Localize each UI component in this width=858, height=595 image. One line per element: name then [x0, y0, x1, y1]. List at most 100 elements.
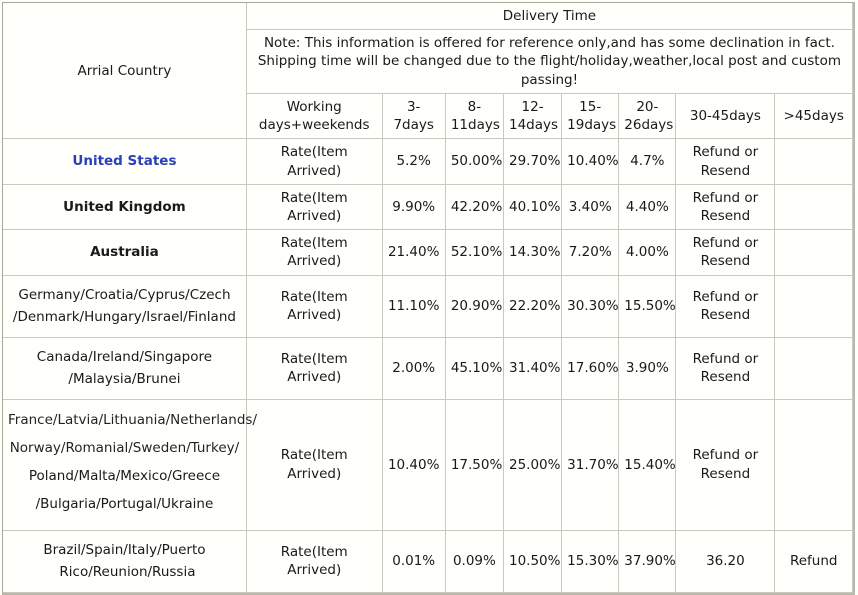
rate-label-cell: Rate(Item Arrived) [246, 275, 383, 338]
column-header-20-26days-line1: 20- [636, 98, 659, 115]
value-8-11days: 20.90% [445, 275, 504, 338]
country-line: Poland/Malta/Mexico/Greece [28, 468, 221, 485]
country-cell: Brazil/Spain/Italy/Puerto Rico/Reunion/R… [3, 530, 247, 593]
value-20-26days: 15.40% [619, 399, 677, 531]
value-12-14days: 14.30% [503, 230, 563, 276]
column-header-12-14days-line1: 12- [521, 98, 544, 115]
table-body: Arrial Country Delivery Time Note: This … [3, 3, 853, 593]
table-row: Canada/Ireland/Singapore /Malaysia/Brune… [3, 337, 853, 400]
value-over-45days [775, 337, 853, 400]
country-line: /Denmark/Hungary/Israel/Finland [12, 309, 236, 326]
column-header-20-26days-line2: 26days [624, 117, 674, 134]
table-row: France/Latvia/Lithuania/Netherlands/ Nor… [3, 399, 853, 531]
rate-label-cell: Rate(Item Arrived) [246, 139, 383, 185]
value-20-26days: 37.90% [619, 530, 677, 593]
column-header-12-14days-line2: 14days [508, 117, 559, 134]
column-header-3-7days-label: 3-7days [393, 98, 434, 134]
value-over-45days [775, 230, 853, 276]
value-20-26days: 4.00% [619, 230, 677, 276]
value-3-7days: 9.90% [382, 184, 446, 231]
delivery-time-table: Arrial Country Delivery Time Note: This … [2, 2, 855, 595]
rate-label-cell: Rate(Item Arrived) [246, 184, 383, 231]
arrival-country-header: Arrial Country [3, 3, 247, 140]
value-15-19days: 30.30% [562, 275, 620, 338]
country-line: Norway/Romanial/Sweden/Turkey/ [9, 439, 240, 456]
delivery-time-header-label: Delivery Time [502, 8, 597, 24]
value-30-45days: Refund or Resend [676, 230, 776, 276]
value-8-11days: 17.50% [445, 399, 504, 531]
value-30-45days: Refund or Resend [676, 399, 776, 531]
value-15-19days: 3.40% [562, 184, 620, 231]
value-3-7days: 21.40% [382, 230, 446, 276]
value-12-14days: 29.70% [503, 139, 563, 185]
rate-label-cell: Rate(Item Arrived) [246, 530, 383, 593]
value-over-45days [775, 275, 853, 338]
value-8-11days: 52.10% [445, 230, 504, 276]
table-row: Brazil/Spain/Italy/Puerto Rico/Reunion/R… [3, 530, 853, 593]
country-line: Rico/Reunion/Russia [59, 564, 196, 581]
shipping-time-table-page: Arrial Country Delivery Time Note: This … [0, 0, 858, 595]
value-20-26days: 3.90% [619, 337, 677, 400]
note-cell: Note: This information is offered for re… [246, 30, 853, 94]
value-3-7days: 10.40% [382, 399, 446, 531]
value-3-7days: 11.10% [382, 275, 446, 338]
country-line: France/Latvia/Lithuania/Netherlands/ [8, 411, 258, 428]
value-30-45days: Refund or Resend [676, 139, 776, 185]
value-12-14days: 31.40% [503, 337, 563, 400]
country-cell: France/Latvia/Lithuania/Netherlands/ Nor… [3, 399, 258, 531]
value-3-7days: 5.2% [382, 139, 446, 185]
column-header-20-26days: 20- 26days [619, 93, 677, 140]
column-header-working-days-line2: days+weekends [258, 117, 370, 134]
value-3-7days: 0.01% [382, 530, 446, 593]
table-row: United Kingdom Rate(Item Arrived) 9.90% … [3, 184, 853, 231]
column-header-30-45days-label: 30-45days [689, 107, 761, 124]
country-line: Canada/Ireland/Singapore [36, 348, 213, 365]
country-cell: United Kingdom [3, 184, 247, 231]
column-header-over-45days: >45days [775, 93, 853, 140]
column-header-8-11days-line2: 11days [450, 117, 500, 134]
value-8-11days: 45.10% [445, 337, 504, 400]
table-row: United States Rate(Item Arrived) 5.2% 50… [3, 139, 853, 185]
country-link-united-states[interactable]: United States [72, 153, 176, 169]
rate-label-cell: Rate(Item Arrived) [246, 399, 383, 531]
value-8-11days: 50.00% [445, 139, 504, 185]
value-over-45days [775, 184, 853, 231]
country-line: Germany/Croatia/Cyprus/Czech [18, 286, 231, 303]
rate-label-cell: Rate(Item Arrived) [246, 230, 383, 276]
value-8-11days: 0.09% [445, 530, 504, 593]
column-header-15-19days-line1: 15- [579, 98, 602, 115]
value-over-45days [775, 139, 853, 185]
value-12-14days: 40.10% [503, 184, 563, 231]
country-line: /Bulgaria/Portugal/Ukraine [35, 496, 214, 513]
country-cell: Australia [3, 230, 247, 276]
table-row: Germany/Croatia/Cyprus/Czech /Denmark/Hu… [3, 275, 853, 338]
value-15-19days: 7.20% [562, 230, 620, 276]
value-15-19days: 15.30% [562, 530, 620, 593]
rate-label-cell: Rate(Item Arrived) [246, 337, 383, 400]
value-3-7days: 2.00% [382, 337, 446, 400]
column-header-12-14days: 12- 14days [503, 93, 563, 140]
country-cell: United States [3, 139, 247, 185]
column-header-15-19days-line2: 19days [567, 117, 617, 134]
value-15-19days: 17.60% [562, 337, 620, 400]
value-30-45days: Refund or Resend [676, 275, 776, 338]
country-cell: Germany/Croatia/Cyprus/Czech /Denmark/Hu… [3, 275, 247, 338]
column-header-over-45days-label: >45days [783, 107, 844, 124]
value-15-19days: 31.70% [562, 399, 620, 531]
country-cell: Canada/Ireland/Singapore /Malaysia/Brune… [3, 337, 247, 400]
value-20-26days: 15.50% [619, 275, 677, 338]
value-12-14days: 25.00% [503, 399, 563, 531]
country-line: Brazil/Spain/Italy/Puerto [43, 541, 206, 558]
delivery-time-header: Delivery Time [246, 3, 853, 31]
value-30-45days: Refund or Resend [676, 184, 776, 231]
value-20-26days: 4.40% [619, 184, 677, 231]
value-12-14days: 22.20% [503, 275, 563, 338]
value-12-14days: 10.50% [503, 530, 563, 593]
value-over-45days [775, 399, 853, 531]
value-30-45days: 36.20 [676, 530, 776, 593]
table-row: Australia Rate(Item Arrived) 21.40% 52.1… [3, 230, 853, 276]
value-over-45days: Refund [775, 530, 853, 593]
value-8-11days: 42.20% [445, 184, 504, 231]
column-header-30-45days: 30-45days [676, 93, 776, 140]
note-text: Note: This information is offered for re… [257, 35, 842, 88]
